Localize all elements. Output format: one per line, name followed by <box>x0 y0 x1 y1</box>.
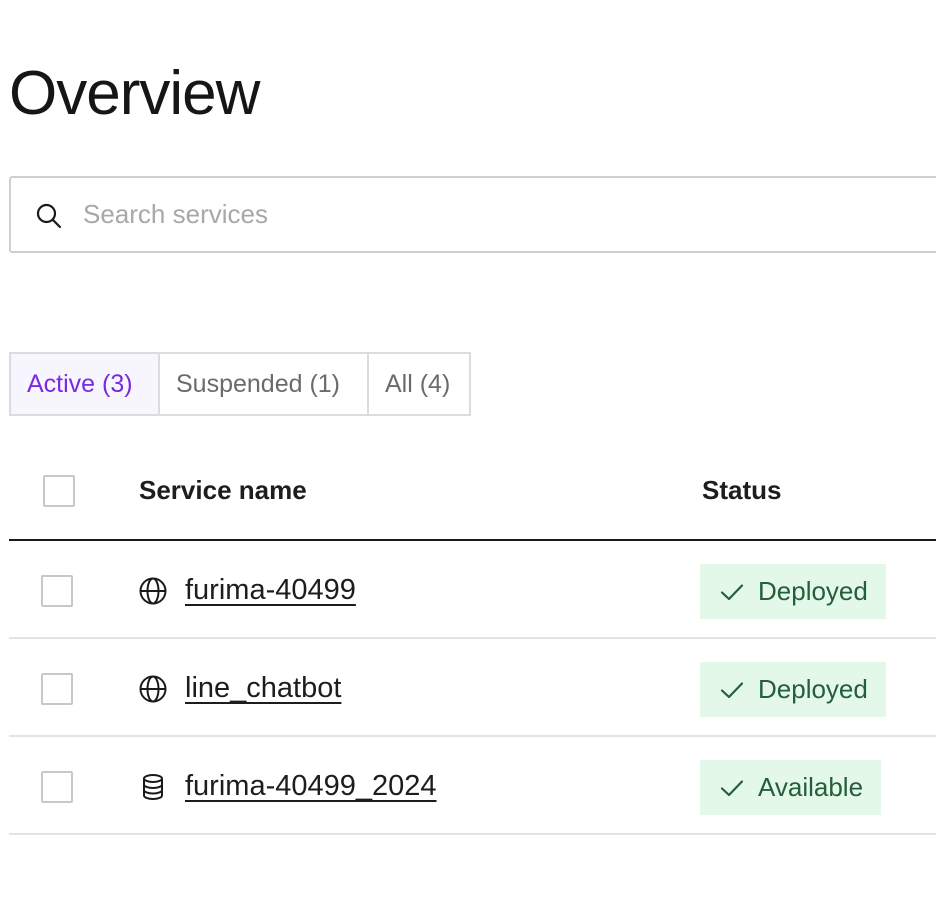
service-name-link[interactable]: line_chatbot <box>185 670 341 706</box>
select-all-checkbox[interactable] <box>43 475 75 507</box>
check-icon <box>720 583 744 600</box>
service-name-link[interactable]: furima-40499 <box>185 572 356 608</box>
globe-icon <box>139 577 167 605</box>
check-icon <box>720 779 744 796</box>
tab-suspended-label: Suspended (1) <box>176 369 341 398</box>
status-badge: Deployed <box>700 662 886 717</box>
service-name-link[interactable]: furima-40499_2024 <box>185 768 437 804</box>
tab-all[interactable]: All (4) <box>367 352 471 416</box>
row-checkbox[interactable] <box>41 771 73 803</box>
row-checkbox[interactable] <box>41 673 73 705</box>
search-bar[interactable] <box>9 176 936 253</box>
row-checkbox[interactable] <box>41 575 73 607</box>
database-icon <box>143 774 163 800</box>
globe-icon <box>139 675 167 703</box>
tab-suspended[interactable]: Suspended (1) <box>158 352 369 416</box>
search-icon <box>36 203 62 229</box>
table-row: line_chatbot Deployed <box>9 639 936 737</box>
column-header-service-name[interactable]: Service name <box>139 474 307 506</box>
status-text: Deployed <box>758 576 868 606</box>
column-header-status[interactable]: Status <box>702 474 781 506</box>
tab-active[interactable]: Active (3) <box>9 352 160 416</box>
table-row: furima-40499_2024 Available <box>9 737 936 835</box>
check-icon <box>720 681 744 698</box>
status-text: Deployed <box>758 674 868 704</box>
table-row: furima-40499 Deployed <box>9 541 936 639</box>
search-input[interactable] <box>83 178 883 251</box>
status-badge: Deployed <box>700 564 886 619</box>
table-header: Service name Status <box>9 440 936 541</box>
status-tabs: Active (3) Suspended (1) All (4) <box>9 352 471 416</box>
status-badge: Available <box>700 760 882 815</box>
status-text: Available <box>758 772 864 802</box>
tab-all-label: All (4) <box>385 369 451 398</box>
page-title: Overview <box>9 59 260 128</box>
tab-active-label: Active (3) <box>27 369 133 398</box>
